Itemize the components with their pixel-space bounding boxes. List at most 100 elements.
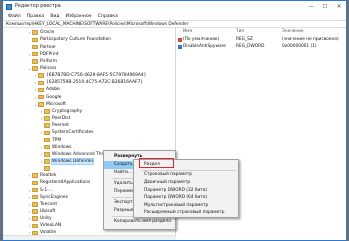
window-title: Редактор реестра bbox=[15, 4, 61, 9]
tree-item-label: RegisteredApplications bbox=[40, 180, 91, 186]
menu-separator bbox=[142, 169, 236, 171]
folder-icon bbox=[32, 216, 38, 221]
submenu-item-label: Двоичный параметр bbox=[144, 180, 191, 186]
folder-icon bbox=[32, 187, 38, 193]
tree-item-label: Peernet bbox=[52, 123, 69, 129]
values-header: Имя Тип Значение bbox=[177, 28, 346, 35]
close-button[interactable]: ✕ bbox=[332, 1, 346, 12]
submenu-item-label: Строковый параметр bbox=[144, 172, 193, 178]
submenu-item[interactable]: Двоичный параметр bbox=[134, 179, 238, 187]
address-bar[interactable]: Компьютер\HKEY_LOCAL_MACHINE\SOFTWARE\Po… bbox=[3, 20, 346, 28]
menu-favorites[interactable]: Избранное bbox=[63, 14, 95, 19]
tree-item-label: Realtek bbox=[40, 173, 57, 179]
tree-item-label: Participatory Culture Foundation bbox=[40, 37, 112, 43]
submenu-item[interactable]: Строковый параметр bbox=[134, 171, 238, 179]
folder-icon bbox=[32, 59, 38, 64]
submenu-item-label: Параметр DWORD (32 бита) bbox=[144, 187, 208, 193]
title-bar: Редактор реестра — ☐ ✕ bbox=[3, 1, 346, 12]
folder-icon bbox=[44, 152, 50, 157]
folder-icon bbox=[38, 80, 44, 86]
menu-bar: Файл Правка Вид Избранное Справка bbox=[3, 12, 346, 20]
folder-icon bbox=[38, 94, 44, 100]
folder-icon bbox=[32, 51, 38, 57]
menu-edit[interactable]: Правка bbox=[24, 14, 47, 19]
folder-icon bbox=[38, 73, 44, 78]
context-menu-item-label: Удалить bbox=[114, 181, 133, 187]
folder-icon bbox=[32, 173, 38, 179]
tree-item-label: Ubisoft bbox=[40, 209, 56, 214]
maximize-button[interactable]: ☐ bbox=[318, 1, 332, 12]
context-menu-item-label: Найти... bbox=[114, 170, 133, 176]
value-row[interactable]: (По умолчанию) REG_SZ (значение не присв… bbox=[177, 36, 346, 43]
tree-item-label: VideoLAN bbox=[40, 223, 62, 229]
regedit-app-icon bbox=[6, 3, 12, 10]
folder-icon bbox=[44, 116, 50, 121]
tree-item-label: PDFPrint bbox=[40, 51, 59, 57]
registry-editor-window: Редактор реестра — ☐ ✕ Файл Правка Вид И… bbox=[2, 0, 347, 241]
tree-horizontal-scrollbar[interactable] bbox=[3, 235, 176, 240]
menu-help[interactable]: Справка bbox=[95, 14, 121, 19]
folder-icon bbox=[44, 123, 50, 128]
tree-item-label: PeerDist bbox=[52, 116, 71, 122]
tree-item-label: {6285759B-2510-4C75-A72C-B26B16AAF7} bbox=[46, 80, 144, 86]
value-data: 0x00000001 (1) bbox=[282, 44, 317, 49]
address-path[interactable]: Компьютер\HKEY_LOCAL_MACHINE\SOFTWARE\Po… bbox=[6, 22, 188, 27]
minimize-button[interactable]: — bbox=[304, 1, 318, 12]
folder-icon bbox=[32, 30, 38, 36]
folder-icon bbox=[32, 194, 38, 200]
context-menu-item-label: Копировать имя раздела bbox=[114, 219, 171, 225]
value-data: (значение не присвоено) bbox=[282, 37, 339, 42]
submenu-item-label: Параметр QWORD (64 бита) bbox=[144, 195, 208, 201]
value-type: REG_SZ bbox=[236, 37, 253, 42]
column-name-header[interactable]: Имя bbox=[183, 29, 192, 34]
tree-item-label: Policies bbox=[40, 66, 57, 71]
submenu-item[interactable]: Мультистроковый параметр bbox=[134, 202, 238, 210]
tree-item-label: Piriform bbox=[40, 58, 58, 64]
menu-view[interactable]: Вид bbox=[47, 14, 62, 19]
value-name: (По умолчанию) bbox=[183, 37, 220, 42]
folder-icon bbox=[32, 223, 38, 229]
tree-item-label: Partner bbox=[40, 44, 56, 50]
tree-item-label: Oracle bbox=[40, 30, 55, 36]
dword-value-icon bbox=[178, 44, 182, 49]
submenu-item[interactable]: Расширяемый строковый параметр bbox=[134, 209, 238, 217]
submenu-item-label: Мультистроковый параметр bbox=[144, 202, 209, 208]
folder-icon bbox=[44, 137, 50, 143]
string-value-icon bbox=[178, 37, 182, 42]
folder-icon bbox=[44, 159, 50, 164]
folder-icon bbox=[32, 180, 38, 186]
context-menu-item-label: Создать bbox=[114, 162, 133, 168]
value-type: REG_DWORD bbox=[236, 44, 265, 49]
folder-icon bbox=[32, 44, 38, 50]
column-data-header[interactable]: Значение bbox=[282, 29, 304, 34]
tree-item-label: Windows Defender bbox=[50, 157, 95, 165]
tree-item-label: SyncEngines bbox=[40, 194, 68, 200]
folder-icon bbox=[32, 66, 38, 71]
folder-icon bbox=[38, 87, 44, 93]
tree-item-label: Microsoft bbox=[46, 101, 66, 107]
tree-item-label: TPM bbox=[52, 137, 62, 143]
folder-icon bbox=[38, 101, 44, 107]
folder-icon bbox=[44, 109, 50, 114]
tree-item-label: Google bbox=[46, 94, 62, 100]
submenu-item-label: Расширяемый строковый параметр bbox=[144, 210, 225, 216]
tree-item-label: S-1-... bbox=[40, 187, 53, 193]
submenu-item[interactable]: Параметр DWORD (32 бита) bbox=[134, 187, 238, 195]
folder-icon bbox=[44, 144, 50, 150]
folder-icon bbox=[32, 202, 38, 207]
folder-icon bbox=[32, 37, 38, 43]
menu-file[interactable]: Файл bbox=[5, 14, 24, 19]
tree-item-label: {6B7B7BD-C756-4629-8AF5-5C79784969A4} bbox=[46, 73, 147, 79]
folder-icon bbox=[32, 209, 38, 214]
tree-item-label: Tencent bbox=[40, 201, 58, 207]
context-menu-item[interactable]: Копировать имя раздела bbox=[104, 218, 175, 226]
column-type-header[interactable]: Тип bbox=[236, 29, 244, 34]
submenu-item[interactable]: Параметр QWORD (64 бита) bbox=[134, 194, 238, 202]
highlight-frame bbox=[139, 158, 174, 168]
tree-item-label: Cryptography bbox=[52, 108, 83, 114]
value-name: DisableAntiSpyware bbox=[183, 44, 226, 49]
folder-icon bbox=[44, 166, 50, 171]
tree-item-label: Adobe bbox=[46, 87, 60, 93]
folder-icon bbox=[44, 130, 50, 136]
value-row[interactable]: DisableAntiSpyware REG_DWORD 0x00000001 … bbox=[177, 43, 346, 50]
